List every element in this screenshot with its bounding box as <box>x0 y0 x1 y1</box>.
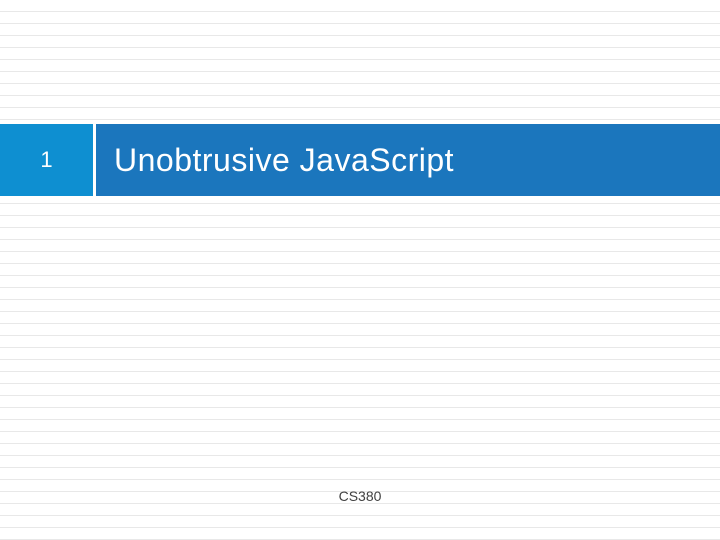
course-code: CS380 <box>339 488 382 504</box>
slide-background <box>0 0 720 540</box>
page-number-box: 1 <box>0 124 96 196</box>
slide-title: Unobtrusive JavaScript <box>114 142 454 179</box>
page-number: 1 <box>40 147 52 173</box>
title-box: Unobtrusive JavaScript <box>96 124 720 196</box>
footer-text: CS380 <box>0 488 720 504</box>
title-bar: 1 Unobtrusive JavaScript <box>0 124 720 196</box>
